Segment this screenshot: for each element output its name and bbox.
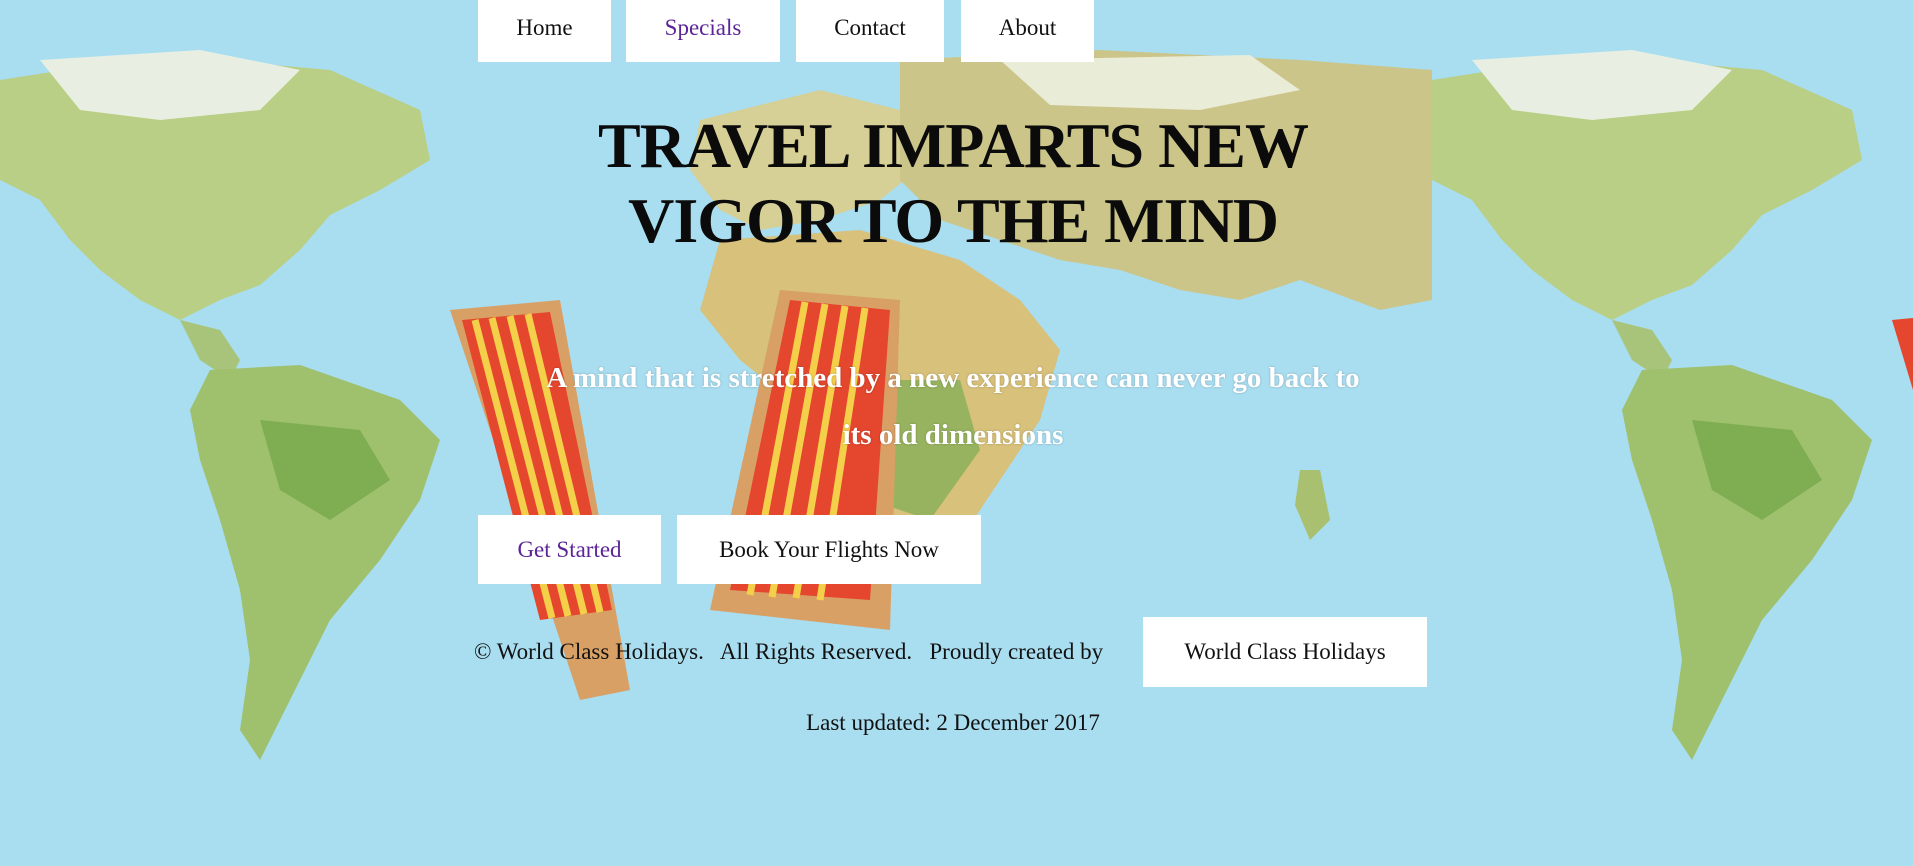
hero-tagline: A mind that is stretched by a new experi…	[478, 350, 1428, 464]
book-flights-button[interactable]: Book Your Flights Now	[677, 515, 981, 584]
hero-headline-line2: VIGOR TO THE MIND	[628, 185, 1279, 256]
world-map-image-repeat	[1432, 0, 1913, 866]
nav-contact-link[interactable]: Contact	[796, 0, 944, 62]
hero-tagline-line2: its old dimensions	[842, 419, 1064, 451]
hero-tagline-line1: A mind that is stretched by a new experi…	[546, 362, 1360, 394]
nav-home-link[interactable]: Home	[478, 0, 611, 62]
nav-specials-link[interactable]: Specials	[626, 0, 780, 62]
creator-link[interactable]: World Class Holidays	[1143, 617, 1427, 687]
nav-about-link[interactable]: About	[961, 0, 1094, 62]
copyright-text: © World Class Holidays. All Rights Reser…	[474, 639, 1104, 664]
hero-headline: TRAVEL IMPARTS NEW VIGOR TO THE MIND	[478, 108, 1428, 258]
get-started-button[interactable]: Get Started	[478, 515, 661, 584]
hero-headline-line1: TRAVEL IMPARTS NEW	[598, 110, 1309, 181]
last-updated-text: Last updated: 2 December 2017	[806, 710, 1100, 735]
